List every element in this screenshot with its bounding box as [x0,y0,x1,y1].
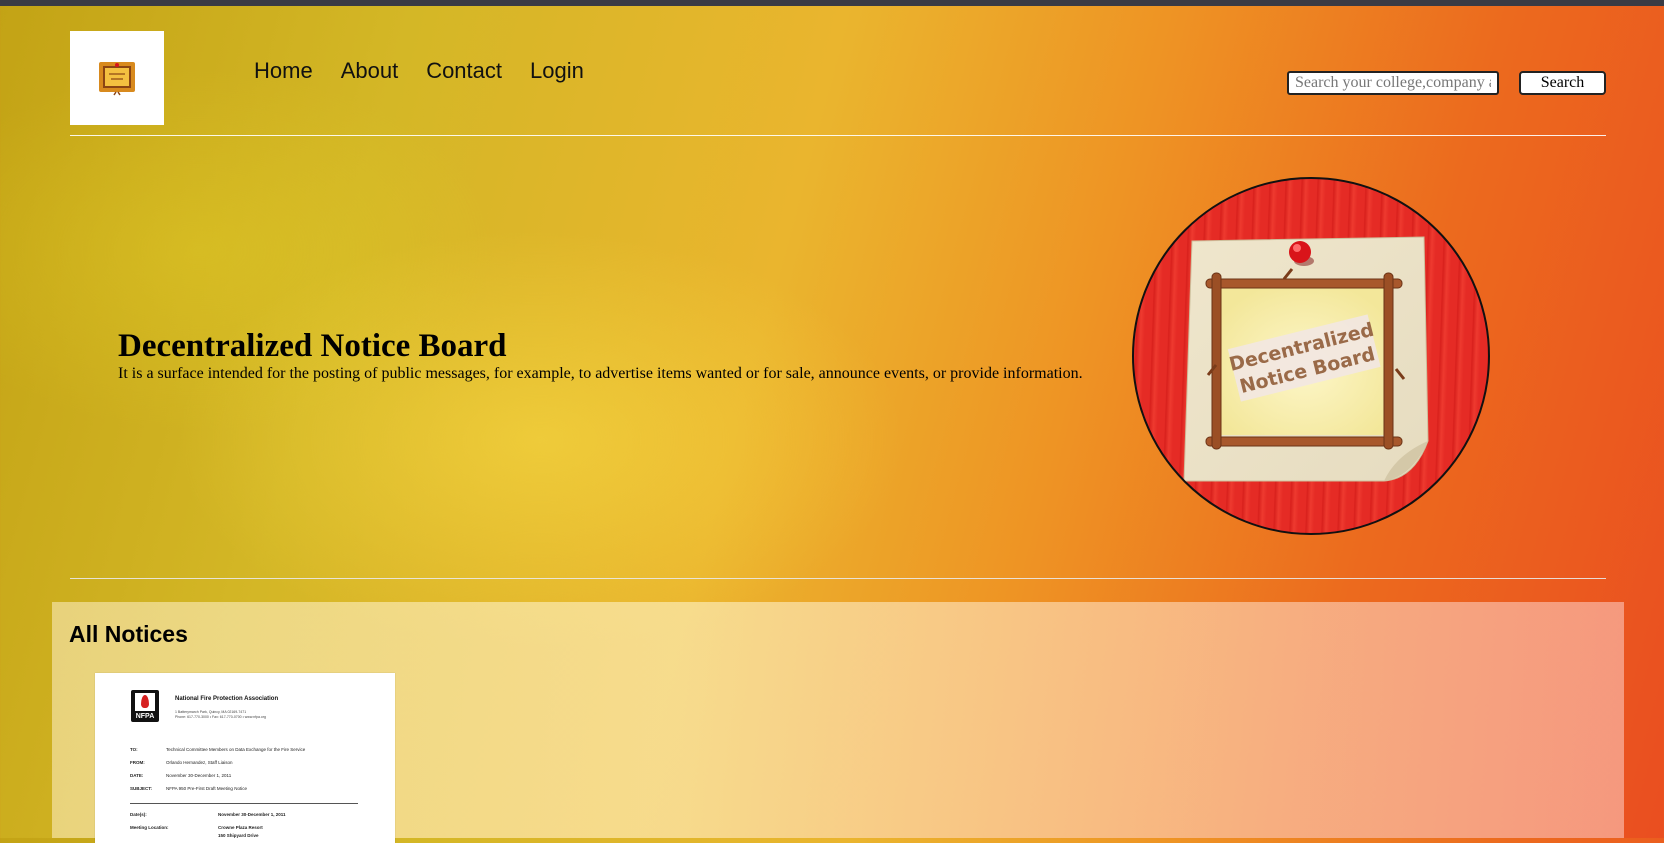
notice-detail-dates: Date(s): November 30-December 1, 2011 [130,812,286,817]
notice-detail-value: 150 Shipyard Drive [218,833,259,838]
hero-divider [70,578,1606,579]
nav-login-link[interactable]: Login [530,58,584,84]
search-button[interactable]: Search [1519,71,1606,95]
notice-field-key: SUBJECT: [130,786,153,791]
notice-field-to: TO: Technical Committee Members on Data E… [130,747,305,752]
main-nav: Home About Contact Login [254,58,584,84]
nfpa-logo-text: NFPA [135,713,155,720]
notice-field-value: NFPA 950 Pre-First Draft Meeting Notice [166,786,247,791]
search-input[interactable] [1287,71,1499,95]
notice-detail-address: 150 Shipyard Drive [130,833,259,838]
notice-address-line2: Phone: 617-770-3000 • Fax: 617-770-0700 … [175,715,266,719]
hero-description: It is a surface intended for the posting… [118,365,1083,382]
top-bar [0,0,1664,6]
notice-field-key: TO: [130,747,138,752]
notices-section: All Notices NFPA National Fire Protectio… [52,602,1624,843]
hero-image: Decentralized Notice Board [1132,177,1490,535]
notice-field-key: DATE: [130,773,144,778]
nav-contact-link[interactable]: Contact [426,58,502,84]
nav-home-link[interactable]: Home [254,58,313,84]
notice-card[interactable]: NFPA National Fire Protection Associatio… [95,673,395,843]
notices-title: All Notices [69,621,188,647]
site-logo[interactable] [70,31,164,125]
notice-detail-key: Meeting Location: [130,825,169,830]
notice-field-value: Orlando Hernandez, Staff Liaison [166,760,233,765]
notice-field-value: November 30-December 1, 2011 [166,773,232,778]
notice-board-logo-icon [99,62,135,96]
nav-about-link[interactable]: About [341,58,399,84]
nfpa-logo-icon: NFPA [131,690,159,722]
notice-org: National Fire Protection Association [175,696,279,702]
notice-address: 1 Batterymarch Park, Quincy, MA 02169-74… [175,710,266,720]
notice-field-key: FROM: [130,760,145,765]
notice-field-date: DATE: November 30-December 1, 2011 [130,773,231,778]
notice-board-illustration-icon: Decentralized Notice Board [1183,236,1429,482]
notice-detail-key: Date(s): [130,812,147,817]
notice-detail-value: November 30-December 1, 2011 [218,812,286,817]
notice-detail-location: Meeting Location: Crowne Plaza Resort [130,825,263,830]
hero-title: Decentralized Notice Board [118,328,507,364]
notice-field-subject: SUBJECT: NFPA 950 Pre-First Draft Meeting… [130,786,247,791]
notice-divider [130,803,358,804]
notice-field-value: Technical Committee Members on Data Exch… [166,747,306,752]
notice-detail-value: Crowne Plaza Resort [218,825,263,830]
notice-field-from: FROM: Orlando Hernandez, Staff Liaison [130,760,232,765]
header-divider [70,135,1606,136]
